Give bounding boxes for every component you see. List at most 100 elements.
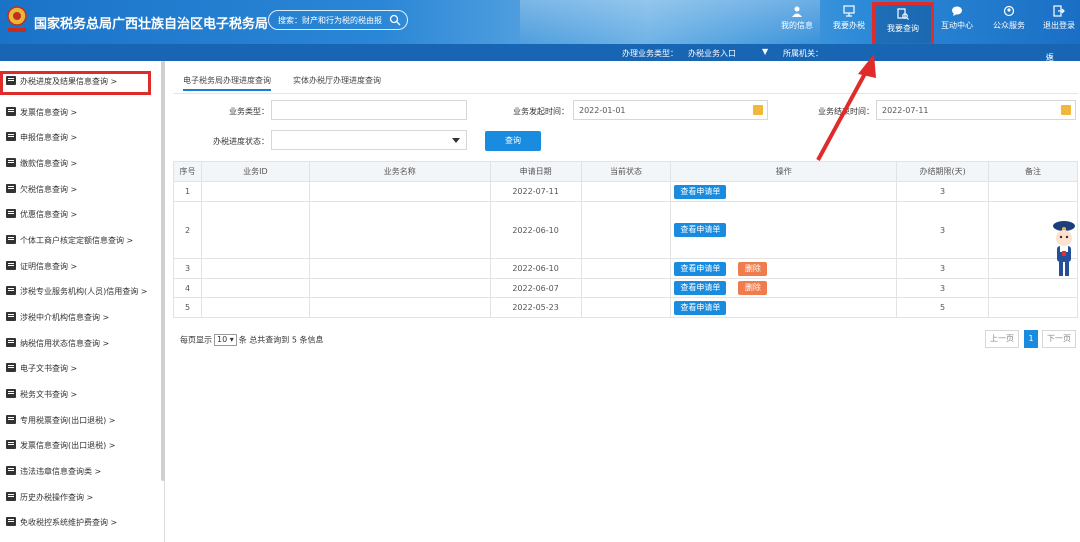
cell-name [308, 201, 491, 259]
page-1-button[interactable]: 1 [1024, 330, 1038, 348]
chat-icon [952, 6, 962, 16]
query-button[interactable]: 查询 [485, 131, 541, 151]
prev-page-button[interactable]: 上一页 [985, 330, 1019, 348]
sidebar-item-certificate[interactable]: 证明信息查询 > [0, 256, 160, 276]
sidebar-item-credit-status[interactable]: 纳税信用状态信息查询 > [0, 333, 160, 353]
next-page-button[interactable]: 下一页 [1042, 330, 1076, 348]
business-type-input[interactable] [271, 100, 467, 120]
chevron-down-icon [452, 138, 460, 143]
view-application-button[interactable]: 查看申请单 [674, 184, 727, 199]
doc-icon [6, 209, 16, 218]
tab-divider [173, 93, 1078, 94]
doc-icon [6, 466, 16, 475]
nav-public-service-label: 公众服务 [993, 21, 1025, 30]
start-time-input[interactable]: 2022-01-01 [573, 100, 768, 120]
tax-emblem-icon [7, 6, 27, 32]
cell-name [308, 181, 491, 202]
nav-logout[interactable]: 退出登录 [1034, 4, 1080, 42]
sidebar-item-credit-agency[interactable]: 涉税专业服务机构(人员)信用查询 > [0, 281, 160, 301]
sidebar-item-export-invoice[interactable]: 发票信息查询(出口退税) > [0, 435, 160, 455]
table-row: 1 2022-07-11 查看申请单 3 [173, 181, 1078, 202]
sub-toolbar: 办理业务类型： 办税业务入口 ▼ 所属机关： ⇨ 返回 [0, 44, 1080, 73]
status-select[interactable] [271, 130, 467, 150]
business-type-select[interactable]: 办税业务入口 [688, 48, 736, 59]
annotation-arrow-icon [816, 54, 876, 161]
sidebar-item-arrears[interactable]: 欠税信息查询 > [0, 179, 160, 199]
sidebar-item-declaration[interactable]: 申报信息查询 > [0, 127, 160, 147]
cell-action: 查看申请单 [670, 201, 898, 259]
cell-no: 4 [173, 278, 202, 298]
per-page-select[interactable]: 10 ▾ [214, 334, 237, 346]
col-header-name: 业务名称 [308, 161, 491, 182]
nav-my-info[interactable]: 我的信息 [772, 4, 822, 42]
sidebar-item-individual[interactable]: 个体工商户核定定额信息查询 > [0, 230, 160, 250]
col-header-limit: 办结期限(天) [896, 161, 990, 182]
cell-limit: 5 [896, 297, 990, 318]
tab-online-progress[interactable]: 电子税务局办理进度查询 [183, 75, 271, 91]
cell-id [200, 258, 310, 279]
top-header: 国家税务总局广西壮族自治区电子税务局 搜索：财产和行为税的税由报 我的信息 我要… [0, 0, 1080, 44]
sidebar-item-fee-waiver[interactable]: 免收税控系统维护费查询 > [0, 512, 160, 532]
col-header-id: 业务ID [200, 161, 310, 182]
start-time-value: 2022-01-01 [579, 106, 626, 115]
doc-icon [6, 492, 16, 501]
nav-public-service[interactable]: 公众服务 [984, 4, 1034, 42]
cell-no: 3 [173, 258, 202, 279]
pager-summary: 每页显示 10 ▾ 条 总共查询到 5 条信息 [180, 334, 323, 346]
search-input[interactable]: 搜索：财产和行为税的税由报 [268, 10, 408, 30]
chevron-down-icon: ▾ [229, 335, 234, 344]
search-doc-icon [897, 8, 909, 20]
search-icon[interactable] [389, 14, 401, 26]
view-application-button[interactable]: 查看申请单 [674, 300, 727, 315]
doc-icon [6, 338, 16, 347]
sidebar-item-history[interactable]: 历史办税操作查询 > [0, 487, 160, 507]
cell-action: 查看申请单 删除 [670, 258, 898, 279]
sidebar-item-tax-document[interactable]: 税务文书查询 > [0, 384, 160, 404]
sidebar-item-e-document[interactable]: 电子文书查询 > [0, 358, 160, 378]
nav-do-tax[interactable]: 我要办税 [824, 4, 874, 42]
sidebar-item-progress-query[interactable]: 办税进度及结果信息查询 > [0, 71, 151, 95]
sidebar-item-invoice[interactable]: 发票信息查询 > [0, 102, 160, 122]
table-row: 3 2022-06-10 查看申请单 删除 3 [173, 258, 1078, 279]
doc-icon [6, 415, 16, 424]
doc-icon [6, 286, 16, 295]
sidebar-item-preferential[interactable]: 优惠信息查询 > [0, 204, 160, 224]
view-application-button[interactable]: 查看申请单 [674, 261, 727, 276]
view-application-button[interactable]: 查看申请单 [674, 223, 727, 237]
sidebar-item-payment[interactable]: 缴款信息查询 > [0, 153, 160, 173]
cell-status [580, 278, 672, 298]
table-row: 2 2022-06-10 查看申请单 3 [173, 201, 1078, 259]
cell-status [580, 297, 672, 318]
sidebar-item-violation[interactable]: 违法违章信息查询类 > [0, 461, 160, 481]
doc-icon [6, 389, 16, 398]
delete-button[interactable]: 删除 [738, 261, 768, 276]
doc-icon [6, 107, 16, 116]
assistant-mascot-icon[interactable] [1050, 220, 1078, 280]
cell-id [200, 278, 310, 298]
view-application-button[interactable]: 查看申请单 [674, 281, 727, 295]
cell-no: 1 [173, 181, 202, 202]
nav-query[interactable]: 我要查询 [872, 2, 934, 44]
col-header-remark: 备注 [988, 161, 1078, 182]
per-page-prefix: 每页显示 [180, 335, 212, 345]
sidebar-item-special-ticket[interactable]: 专用税票查询(出口退税) > [0, 410, 160, 430]
cell-id [200, 201, 310, 259]
calendar-icon[interactable] [1061, 105, 1071, 115]
cell-status [580, 181, 672, 202]
calendar-icon[interactable] [753, 105, 763, 115]
table-row: 5 2022-05-23 查看申请单 5 [173, 297, 1078, 318]
table-row: 4 2022-06-07 查看申请单 删除 3 [173, 278, 1078, 298]
doc-icon [6, 158, 16, 167]
chevron-down-icon[interactable]: ▼ [762, 47, 768, 56]
delete-button[interactable]: 删除 [738, 281, 768, 295]
sidebar-item-intermediary[interactable]: 涉税中介机构信息查询 > [0, 307, 160, 327]
doc-icon [6, 184, 16, 193]
cell-action: 查看申请单 删除 [670, 278, 898, 298]
nav-my-info-label: 我的信息 [781, 21, 813, 30]
nav-interaction[interactable]: 互动中心 [932, 4, 982, 42]
tab-hall-progress[interactable]: 实体办税厅办理进度查询 [293, 75, 381, 86]
nav-query-label: 我要查询 [887, 24, 919, 33]
sidebar-scrollbar[interactable] [161, 61, 165, 481]
doc-icon [6, 235, 16, 244]
end-time-input[interactable]: 2022-07-11 [876, 100, 1076, 120]
